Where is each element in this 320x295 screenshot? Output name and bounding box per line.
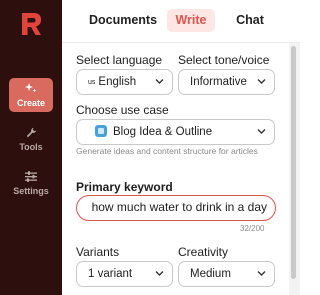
tone-value: Informative bbox=[190, 76, 247, 88]
chevron-down-icon bbox=[155, 79, 164, 84]
language-label: Select language bbox=[76, 53, 163, 67]
sparkles-icon bbox=[25, 83, 37, 93]
variants-value: 1 variant bbox=[88, 268, 133, 280]
chevron-down-icon bbox=[155, 271, 164, 276]
app-logo[interactable] bbox=[17, 10, 45, 38]
chevron-down-icon bbox=[257, 79, 266, 84]
blog-outline-icon bbox=[95, 125, 107, 137]
language-select[interactable]: us English bbox=[76, 69, 173, 95]
language-value: English bbox=[98, 76, 137, 88]
variants-select[interactable]: 1 variant bbox=[76, 261, 173, 287]
chevron-down-icon bbox=[257, 271, 266, 276]
tone-label: Select tone/voice bbox=[178, 53, 270, 67]
variants-label: Variants bbox=[76, 245, 120, 259]
tab-write[interactable]: Write bbox=[167, 9, 215, 32]
tab-documents[interactable]: Documents bbox=[82, 9, 164, 32]
rail-item-settings[interactable]: Settings bbox=[9, 171, 53, 196]
rail-label-tools: Tools bbox=[19, 142, 43, 152]
scrollbar-thumb[interactable] bbox=[291, 46, 296, 279]
primary-keyword-label: Primary keyword bbox=[76, 180, 173, 194]
us-flag-icon: us bbox=[88, 79, 96, 86]
wrench-icon bbox=[26, 127, 36, 138]
chevron-down-icon bbox=[257, 129, 266, 134]
tab-chat[interactable]: Chat bbox=[225, 9, 275, 32]
sliders-icon bbox=[25, 171, 37, 182]
use-case-hint: Generate ideas and content structure for… bbox=[76, 146, 258, 156]
primary-keyword-value: how much water to drink in a day bbox=[91, 200, 267, 214]
creativity-value: Medium bbox=[190, 268, 231, 280]
rail-item-tools[interactable]: Tools bbox=[9, 127, 53, 152]
use-case-value: Blog Idea & Outline bbox=[113, 126, 213, 138]
use-case-label: Choose use case bbox=[76, 103, 169, 117]
rail-label-create: Create bbox=[16, 98, 45, 108]
use-case-select[interactable]: Blog Idea & Outline bbox=[76, 119, 275, 145]
rail-item-create[interactable]: Create bbox=[9, 78, 53, 112]
primary-keyword-input[interactable]: how much water to drink in a day bbox=[76, 195, 276, 221]
top-tabs: Documents Write Chat bbox=[62, 0, 300, 43]
rail-label-settings: Settings bbox=[13, 186, 49, 196]
creativity-label: Creativity bbox=[178, 245, 229, 259]
left-rail: Create Tools Settings bbox=[0, 0, 62, 295]
creativity-select[interactable]: Medium bbox=[178, 261, 275, 287]
keyword-char-counter: 32/200 bbox=[240, 224, 265, 233]
tone-select[interactable]: Informative bbox=[178, 69, 275, 95]
